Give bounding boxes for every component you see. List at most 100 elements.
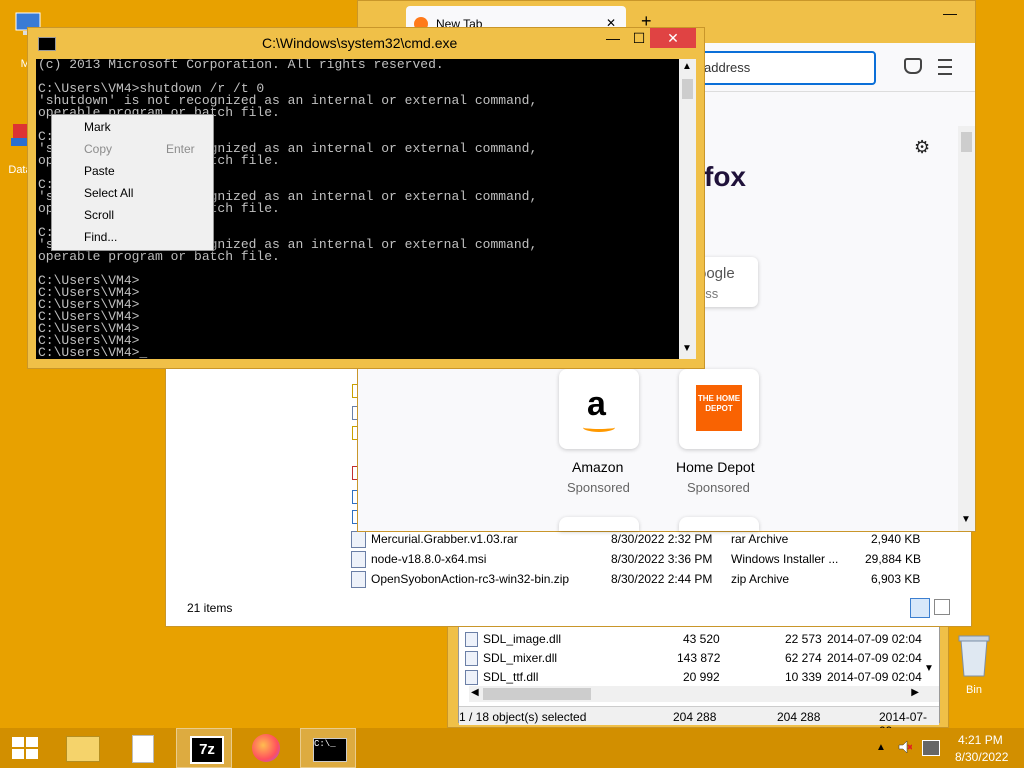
menu-item-find[interactable]: Find... [54, 226, 211, 248]
url-bar[interactable]: address [688, 51, 876, 85]
clock-time[interactable]: 4:21 PM [958, 733, 1003, 747]
scrollbar-thumb[interactable] [483, 688, 591, 700]
file-modified: 2014-07-09 02:04 [827, 632, 922, 646]
list-item[interactable]: Mercurial.Grabber.v1.03.rar 8/30/2022 2:… [351, 529, 951, 549]
recycle-bin-icon [957, 632, 991, 678]
scroll-right-icon[interactable]: ▶ [911, 687, 919, 698]
pocket-icon[interactable] [904, 58, 922, 74]
console-context-menu: Mark Copy Enter Paste Select All Scroll … [51, 114, 214, 251]
vertical-scrollbar[interactable]: ▼ [958, 126, 975, 531]
horizontal-scrollbar[interactable]: ◀ ▶ [469, 686, 939, 702]
archive-icon [351, 531, 366, 548]
menu-item-shortcut: Enter [166, 142, 195, 156]
file-name: SDL_ttf.dll [483, 670, 539, 684]
file-icon [465, 670, 478, 685]
list-item[interactable]: OpenSyobonAction-rc3-win32-bin.zip 8/30/… [351, 569, 951, 589]
table-row[interactable]: SDL_image.dll 43 520 22 573 2014-07-09 0… [463, 630, 933, 649]
item-count: 21 items [187, 601, 233, 615]
shortcut-home-depot[interactable]: THE HOME DEPOT [679, 369, 759, 449]
desktop-icon-recycle-bin[interactable]: Bin [952, 632, 996, 696]
scroll-left-icon[interactable]: ◀ [471, 687, 479, 698]
recycle-bin-label: Bin [966, 684, 982, 696]
menu-icon[interactable] [938, 59, 952, 75]
shortcut-amazon[interactable]: a [559, 369, 639, 449]
taskbar-file-explorer[interactable] [54, 728, 110, 768]
blank-document-icon [132, 735, 154, 763]
scroll-down-icon[interactable]: ▼ [682, 343, 692, 354]
shortcut-tile[interactable] [559, 517, 639, 531]
menu-item-copy[interactable]: Copy Enter [54, 138, 211, 160]
file-type: rar Archive [731, 532, 789, 546]
file-modified: 2014-07-09 02:04 [827, 670, 922, 684]
menu-item-scroll[interactable]: Scroll [54, 204, 211, 226]
maximize-button[interactable]: ☐ [626, 28, 652, 48]
file-packed-size: 10 339 [785, 670, 822, 684]
shortcut-label: Home Depot [676, 459, 755, 475]
table-row[interactable]: SDL_ttf.dll 20 992 10 339 2014-07-09 02:… [463, 668, 933, 687]
file-name: SDL_mixer.dll [483, 651, 558, 665]
amazon-logo-icon: a [587, 385, 606, 423]
selection-count: 1 / 18 object(s) selected [459, 710, 587, 724]
settings-gear-icon[interactable]: ⚙ [914, 137, 930, 158]
file-size: 43 520 [683, 632, 720, 646]
minimize-button[interactable]: — [943, 5, 957, 21]
file-size: 2,940 KB [871, 532, 921, 546]
scroll-down-icon[interactable]: ▼ [961, 514, 971, 525]
menu-item-select-all[interactable]: Select All [54, 182, 211, 204]
scrollbar-thumb[interactable] [682, 79, 693, 99]
file-size: 20 992 [683, 670, 720, 684]
start-button[interactable] [12, 737, 38, 759]
close-button[interactable]: ✕ [650, 28, 696, 48]
file-name: SDL_image.dll [483, 632, 562, 646]
7zip-status-bar: 1 / 18 object(s) selected 204 288 204 28… [459, 706, 939, 738]
shortcut-label: Amazon [572, 459, 624, 475]
taskbar: 7z C:\_ ▲ 4:21 PM 8/30/2022 [0, 728, 1024, 768]
url-placeholder: address [704, 60, 751, 75]
archive-icon [351, 571, 366, 588]
volume-muted-icon[interactable] [898, 740, 913, 754]
7zip-icon: 7z [190, 736, 224, 764]
7zip-window: SDL_image.dll 43 520 22 573 2014-07-09 0… [447, 618, 949, 738]
network-icon[interactable] [922, 740, 940, 756]
clock-date[interactable]: 8/30/2022 [955, 750, 1008, 764]
taskbar-notepad[interactable] [114, 728, 170, 768]
menu-item-mark[interactable]: Mark [54, 116, 211, 138]
menu-item-paste[interactable]: Paste [54, 160, 211, 182]
file-packed-size: 22 573 [785, 632, 822, 646]
windows-logo-icon [12, 737, 38, 759]
cmd-icon [38, 37, 56, 51]
file-size: 143 872 [677, 651, 721, 665]
file-date: 8/30/2022 2:44 PM [611, 572, 713, 586]
shortcut-sponsored-label: Sponsored [687, 480, 750, 495]
file-name: node-v18.8.0-x64.msi [371, 552, 487, 566]
taskbar-7zip[interactable]: 7z [176, 728, 232, 768]
selected-packed-size: 204 288 [777, 710, 821, 724]
minimize-button[interactable]: — [600, 28, 626, 48]
file-type: zip Archive [731, 572, 790, 586]
file-name: Mercurial.Grabber.v1.03.rar [371, 532, 518, 546]
details-view-icon[interactable] [910, 598, 930, 618]
file-name: OpenSyobonAction-rc3-win32-bin.zip [371, 572, 570, 586]
installer-icon [351, 551, 366, 568]
vertical-scrollbar[interactable]: ▲ ▼ [679, 59, 696, 359]
firefox-wordmark: fox [704, 161, 746, 192]
cmd-title-bar[interactable]: C:\Windows\system32\cmd.exe — ☐ ✕ [28, 28, 704, 58]
home-depot-logo-icon: THE HOME DEPOT [696, 385, 742, 431]
taskbar-cmd[interactable]: C:\_ [300, 728, 356, 768]
file-modified: 2014-07-09 02:04 [827, 651, 922, 665]
file-date: 8/30/2022 3:36 PM [611, 552, 713, 566]
table-row[interactable]: SDL_mixer.dll 143 872 62 274 2014-07-09 … [463, 649, 933, 668]
firefox-icon [252, 734, 280, 762]
file-size: 29,884 KB [865, 552, 922, 566]
scrollbar-thumb[interactable] [961, 132, 972, 152]
shortcut-tile[interactable] [679, 517, 759, 531]
file-date: 8/30/2022 2:32 PM [611, 532, 713, 546]
large-icons-view-icon[interactable] [934, 599, 950, 615]
show-hidden-icons-icon[interactable]: ▲ [876, 742, 886, 753]
shortcut-sponsored-label: Sponsored [567, 480, 630, 495]
scroll-up-icon[interactable]: ▲ [682, 61, 692, 72]
scroll-down-icon[interactable]: ▼ [924, 663, 934, 674]
file-icon [465, 651, 478, 666]
list-item[interactable]: node-v18.8.0-x64.msi 8/30/2022 3:36 PM W… [351, 549, 951, 569]
taskbar-firefox[interactable] [238, 728, 294, 768]
